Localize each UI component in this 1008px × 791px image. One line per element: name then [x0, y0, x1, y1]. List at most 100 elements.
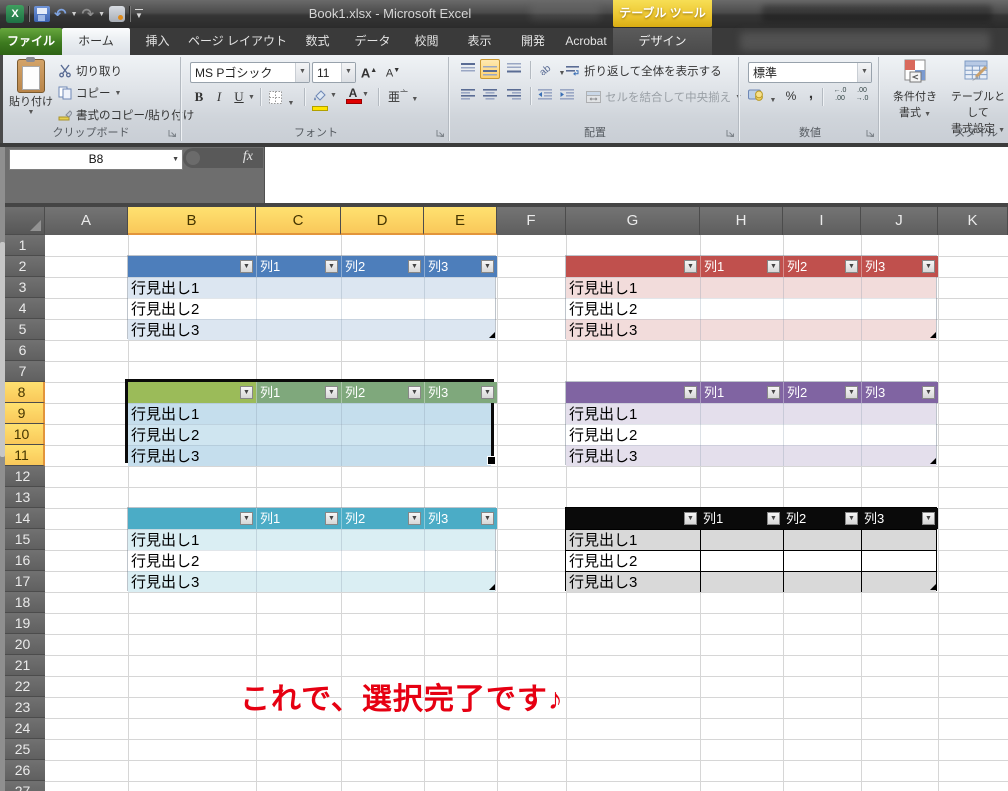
- filter-dropdown-icon[interactable]: ▼: [240, 386, 253, 399]
- name-box-dropdown-icon[interactable]: ▼: [172, 150, 179, 169]
- column-header-H[interactable]: H: [700, 207, 783, 235]
- row-header-11[interactable]: 11: [0, 445, 45, 466]
- wrap-text-button[interactable]: 折り返して全体を表示する: [566, 63, 722, 79]
- excel-table-olive-selected[interactable]: ▼列1▼列2▼列3▼行見出し1行見出し2行見出し3: [125, 379, 494, 463]
- decrease-decimal-button[interactable]: .00→.0: [852, 87, 872, 103]
- tab-校閲[interactable]: 校閲: [400, 28, 453, 55]
- filter-dropdown-icon[interactable]: ▼: [684, 512, 697, 525]
- filter-dropdown-icon[interactable]: ▼: [922, 386, 935, 399]
- column-header-B[interactable]: B: [128, 207, 256, 235]
- row-header-5[interactable]: 5: [0, 319, 45, 340]
- table-resize-handle[interactable]: [930, 332, 936, 338]
- orientation-dropdown-icon[interactable]: ▼: [558, 70, 565, 77]
- filter-dropdown-icon[interactable]: ▼: [684, 260, 697, 273]
- merge-center-button[interactable]: セルを結合して中央揃え ▼: [586, 89, 742, 105]
- copy-button[interactable]: コピー ▼: [58, 85, 121, 101]
- percent-style-button[interactable]: %: [782, 87, 800, 105]
- table-resize-handle[interactable]: [930, 458, 936, 464]
- column-header-D[interactable]: D: [341, 207, 424, 235]
- clipboard-dialog-launcher-icon[interactable]: [167, 128, 178, 139]
- row-header-19[interactable]: 19: [0, 613, 45, 634]
- redo-icon[interactable]: ↷: [82, 7, 95, 22]
- phonetic-button[interactable]: 亜亠 ▼: [388, 88, 418, 105]
- row-header-14[interactable]: 14: [0, 508, 45, 529]
- row-header-4[interactable]: 4: [0, 298, 45, 319]
- table-resize-handle[interactable]: [930, 584, 936, 590]
- row-header-21[interactable]: 21: [0, 655, 45, 676]
- number-format-combo[interactable]: 標準 ▼: [748, 62, 872, 83]
- column-header-C[interactable]: C: [256, 207, 341, 235]
- align-bottom-button[interactable]: [504, 61, 524, 79]
- align-top-button[interactable]: [458, 61, 478, 79]
- table-resize-handle[interactable]: [489, 584, 495, 590]
- filter-dropdown-icon[interactable]: ▼: [481, 512, 494, 525]
- filter-dropdown-icon[interactable]: ▼: [922, 512, 935, 525]
- excel-table-blue[interactable]: ▼列1▼列2▼列3▼行見出し1行見出し2行見出し3: [127, 255, 496, 339]
- column-header-K[interactable]: K: [938, 207, 1008, 235]
- accounting-dropdown-icon[interactable]: ▼: [769, 97, 776, 104]
- filter-dropdown-icon[interactable]: ▼: [845, 386, 858, 399]
- font-name-dropdown-icon[interactable]: ▼: [295, 63, 309, 82]
- tab-デザイン[interactable]: デザイン: [613, 28, 712, 55]
- row-header-3[interactable]: 3: [0, 277, 45, 298]
- borders-button[interactable]: ▼: [268, 90, 294, 110]
- alignment-dialog-launcher-icon[interactable]: [725, 128, 736, 139]
- filter-dropdown-icon[interactable]: ▼: [408, 260, 421, 273]
- left-scrollbar-thumb[interactable]: [0, 242, 5, 457]
- filter-dropdown-icon[interactable]: ▼: [408, 386, 421, 399]
- row-header-13[interactable]: 13: [0, 487, 45, 508]
- font-name-combo[interactable]: MS Pゴシック ▼: [190, 62, 310, 83]
- row-header-16[interactable]: 16: [0, 550, 45, 571]
- filter-dropdown-icon[interactable]: ▼: [325, 386, 338, 399]
- column-header-J[interactable]: J: [861, 207, 938, 235]
- font-dialog-launcher-icon[interactable]: [435, 128, 446, 139]
- filter-dropdown-icon[interactable]: ▼: [684, 386, 697, 399]
- font-size-combo[interactable]: 11 ▼: [312, 62, 356, 83]
- excel-table-black[interactable]: ▼列1▼列2▼列3▼行見出し1行見出し2行見出し3: [565, 507, 937, 591]
- undo-dropdown-icon[interactable]: ▼: [71, 11, 78, 18]
- excel-table-red[interactable]: ▼列1▼列2▼列3▼行見出し1行見出し2行見出し3: [565, 255, 937, 339]
- tab-Acrobat[interactable]: Acrobat: [560, 28, 612, 55]
- insert-function-icon[interactable]: fx: [243, 149, 253, 165]
- tab-file[interactable]: ファイル: [0, 28, 62, 55]
- row-header-10[interactable]: 10: [0, 424, 45, 445]
- tab-数式[interactable]: 数式: [290, 28, 345, 55]
- row-header-27[interactable]: 27: [0, 781, 45, 791]
- filter-dropdown-icon[interactable]: ▼: [325, 260, 338, 273]
- filter-dropdown-icon[interactable]: ▼: [845, 512, 858, 525]
- underline-button[interactable]: U: [230, 88, 248, 106]
- filter-dropdown-icon[interactable]: ▼: [767, 512, 780, 525]
- increase-decimal-button[interactable]: ←.0.00: [830, 87, 850, 103]
- number-format-dropdown-icon[interactable]: ▼: [857, 63, 871, 82]
- row-header-26[interactable]: 26: [0, 760, 45, 781]
- row-header-24[interactable]: 24: [0, 718, 45, 739]
- filter-dropdown-icon[interactable]: ▼: [767, 260, 780, 273]
- format-painter-button[interactable]: 書式のコピー/貼り付け: [58, 107, 194, 123]
- filter-dropdown-icon[interactable]: ▼: [240, 260, 253, 273]
- row-header-20[interactable]: 20: [0, 634, 45, 655]
- font-size-dropdown-icon[interactable]: ▼: [341, 63, 355, 82]
- font-color-button[interactable]: A ▼: [346, 87, 360, 104]
- print-preview-icon[interactable]: [109, 6, 125, 22]
- row-header-8[interactable]: 8: [0, 382, 45, 403]
- row-header-18[interactable]: 18: [0, 592, 45, 613]
- tab-開発[interactable]: 開発: [506, 28, 560, 55]
- filter-dropdown-icon[interactable]: ▼: [325, 512, 338, 525]
- save-icon[interactable]: [34, 6, 50, 22]
- accounting-format-button[interactable]: ▼: [748, 88, 776, 107]
- column-header-F[interactable]: F: [497, 207, 566, 235]
- row-header-15[interactable]: 15: [0, 529, 45, 550]
- excel-table-teal[interactable]: ▼列1▼列2▼列3▼行見出し1行見出し2行見出し3: [127, 507, 496, 591]
- row-header-6[interactable]: 6: [0, 340, 45, 361]
- increase-indent-button[interactable]: [560, 87, 576, 105]
- redo-dropdown-icon[interactable]: ▼: [98, 11, 105, 18]
- cut-button[interactable]: 切り取り: [58, 63, 122, 79]
- paste-button[interactable]: 貼り付け ▼: [8, 59, 54, 125]
- row-header-25[interactable]: 25: [0, 739, 45, 760]
- column-header-E[interactable]: E: [424, 207, 497, 235]
- orientation-button[interactable]: ab ▼: [538, 61, 565, 80]
- filter-dropdown-icon[interactable]: ▼: [240, 512, 253, 525]
- font-color-dropdown-icon[interactable]: ▼: [362, 91, 369, 98]
- left-scrollbar[interactable]: [0, 147, 5, 791]
- row-header-1[interactable]: 1: [0, 235, 45, 256]
